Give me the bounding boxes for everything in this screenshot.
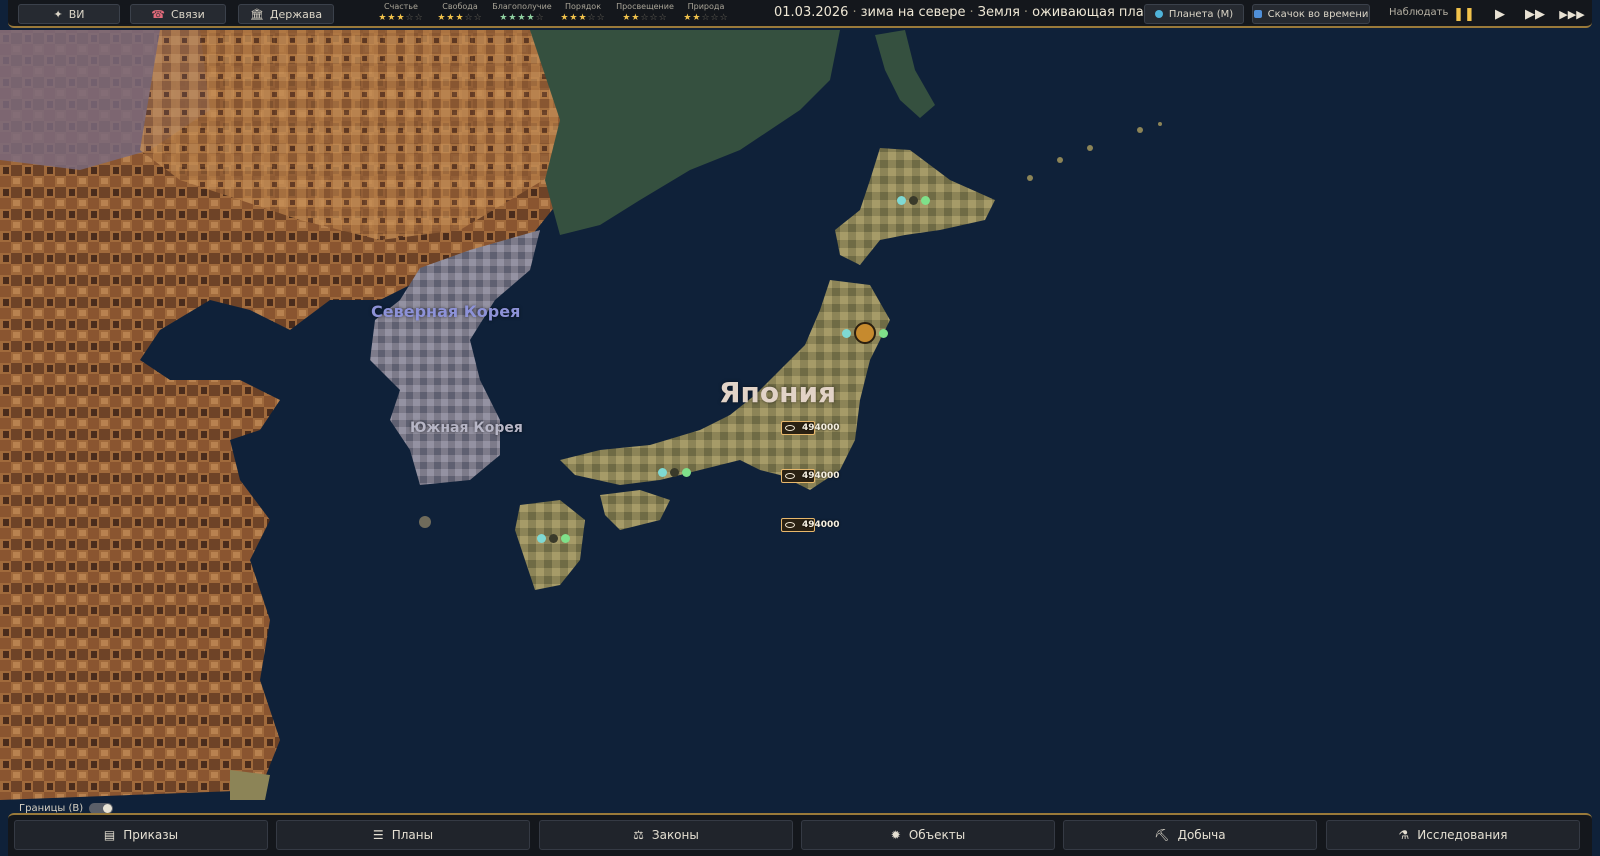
factory-icon <box>549 534 558 543</box>
tab-orders[interactable]: ▤ Приказы <box>14 820 268 850</box>
nature-icon <box>561 534 570 543</box>
marker-value: 494000 <box>802 423 840 433</box>
season: зима на севере <box>860 5 966 20</box>
time-jump-icon <box>1253 10 1262 18</box>
stat-label: Просвещение <box>616 2 674 11</box>
tab-label: Планы <box>391 828 434 842</box>
research-station-icon <box>658 468 667 477</box>
home-icon <box>854 322 876 344</box>
top-bar: ✦ ВИ ☎ Связи 🏛 Держава Счастье ★★★☆☆ Сво… <box>8 0 1592 28</box>
fastest-forward-icon[interactable]: ▶▶▶ <box>1557 4 1587 24</box>
tab-mining[interactable]: ⛏ Добыча <box>1063 820 1317 850</box>
tab-label: Добыча <box>1177 828 1226 842</box>
state-button[interactable]: 🏛 Держава <box>238 4 334 24</box>
mining-icon: ⛏ <box>1154 828 1170 842</box>
star-rating: ★★☆☆☆ <box>622 13 668 23</box>
tab-label: Приказы <box>123 828 179 842</box>
bottom-bar: ▤ Приказы ☰ Планы ⚖ Законы ✹ Объекты ⛏ Д… <box>8 813 1592 856</box>
tab-objects[interactable]: ✹ Объекты <box>801 820 1055 850</box>
research-icon: ⚗ <box>1398 828 1410 842</box>
orders-icon: ▤ <box>103 828 116 842</box>
marker-value: 494000 <box>802 520 840 530</box>
nature-icon <box>879 328 888 338</box>
star-rating: ★★★★☆ <box>499 13 545 23</box>
stat-welfare[interactable]: Благополучие ★★★★☆ <box>490 2 554 24</box>
city-hokkaido[interactable] <box>897 196 930 205</box>
date-status: 01.03.2026 · зима на севере · Земля · оживающа… <box>774 5 1176 20</box>
stat-nature[interactable]: Природа ★★☆☆☆ <box>674 2 738 24</box>
tab-research[interactable]: ⚗ Исследования <box>1326 820 1580 850</box>
label-north-korea: Северная Корея <box>371 302 521 321</box>
planet-button[interactable]: Планета (M) <box>1144 4 1244 24</box>
ai-button-label: ВИ <box>68 7 85 21</box>
star-rating: ★★★☆☆ <box>560 13 606 23</box>
nature-icon <box>682 468 691 477</box>
factory-icon <box>670 468 679 477</box>
pause-icon[interactable]: ❚❚ <box>1451 4 1477 24</box>
eye-icon <box>785 522 795 528</box>
current-date: 01.03.2026 <box>774 5 849 20</box>
stat-label: Порядок <box>564 2 602 11</box>
star-rating: ★★☆☆☆ <box>683 13 729 23</box>
handshake-icon: ☎ <box>151 7 165 21</box>
stat-happiness[interactable]: Счастье ★★★☆☆ <box>369 2 433 24</box>
research-station-icon <box>537 534 546 543</box>
sparkle-icon: ✦ <box>53 7 63 21</box>
laws-icon: ⚖ <box>633 828 644 842</box>
stat-order[interactable]: Порядок ★★★☆☆ <box>551 2 615 24</box>
ai-button[interactable]: ✦ ВИ <box>18 4 120 24</box>
relations-button[interactable]: ☎ Связи <box>130 4 226 24</box>
label-south-korea: Южная Корея <box>410 420 523 436</box>
time-jump-button-label: Скачок во времени <box>1267 8 1369 20</box>
factory-icon <box>909 196 918 205</box>
tab-label: Исследования <box>1417 828 1508 842</box>
stat-label: Свобода <box>442 2 478 11</box>
tab-laws[interactable]: ⚖ Законы <box>539 820 793 850</box>
relations-button-label: Связи <box>170 7 205 21</box>
planet-button-label: Планета (M) <box>1168 8 1234 20</box>
stat-label: Природа <box>687 2 725 11</box>
stat-label: Счастье <box>384 2 418 11</box>
star-rating: ★★★☆☆ <box>437 13 483 23</box>
tab-plans[interactable]: ☰ Планы <box>276 820 530 850</box>
nature-icon <box>921 196 930 205</box>
fast-forward-icon[interactable]: ▶▶ <box>1522 4 1548 24</box>
star-rating: ★★★☆☆ <box>378 13 424 23</box>
label-japan: Япония <box>719 376 837 409</box>
state-button-label: Держава <box>269 7 323 21</box>
city-tohoku[interactable] <box>842 322 888 344</box>
marker-value: 494000 <box>802 471 840 481</box>
government-building-icon: 🏛 <box>249 7 264 21</box>
stat-label: Благополучие <box>492 2 552 11</box>
globe-icon <box>1154 10 1163 18</box>
plans-icon: ☰ <box>372 828 384 842</box>
stat-freedom[interactable]: Свобода ★★★☆☆ <box>428 2 492 24</box>
objects-icon: ✹ <box>890 828 901 842</box>
eye-icon <box>785 473 795 479</box>
research-station-icon <box>897 196 906 205</box>
tab-label: Объекты <box>908 828 966 842</box>
eye-icon <box>785 425 795 431</box>
tab-label: Законы <box>651 828 699 842</box>
play-icon[interactable]: ▶ <box>1487 4 1513 24</box>
research-station-icon <box>842 328 851 338</box>
planet-name: Земля <box>977 5 1020 20</box>
stat-enlightenment[interactable]: Просвещение ★★☆☆☆ <box>613 2 677 24</box>
observe-button[interactable]: Наблюдать <box>1389 7 1448 18</box>
time-jump-button[interactable]: Скачок во времени <box>1252 4 1370 24</box>
city-chugoku[interactable] <box>658 468 691 477</box>
city-kyushu[interactable] <box>537 534 570 543</box>
